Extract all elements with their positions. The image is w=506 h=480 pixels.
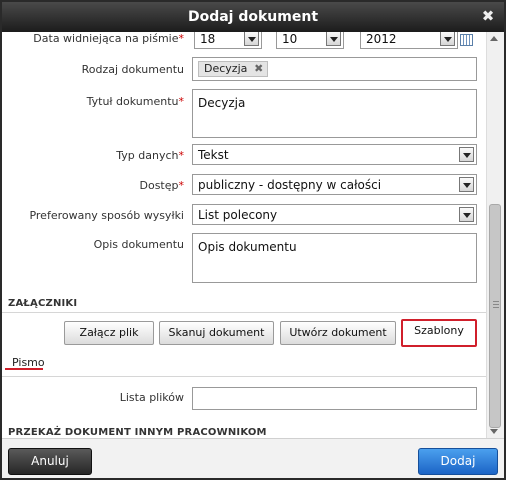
title-textarea[interactable]: Decyzja bbox=[192, 89, 477, 138]
scan-document-button[interactable]: Skanuj dokument bbox=[159, 321, 274, 345]
chevron-down-icon[interactable] bbox=[459, 177, 474, 192]
calendar-icon[interactable] bbox=[460, 34, 473, 46]
templates-button[interactable]: Szablony bbox=[401, 319, 477, 347]
attach-file-button[interactable]: Załącz plik bbox=[64, 321, 154, 345]
chevron-down-icon[interactable] bbox=[326, 32, 341, 46]
required-marker: * bbox=[178, 95, 185, 108]
required-marker: * bbox=[178, 149, 185, 162]
doc-type-field[interactable]: Decyzja ✖ bbox=[192, 57, 477, 81]
dialog-titlebar: Dodaj dokument ✖ bbox=[2, 2, 504, 32]
access-select[interactable]: publiczny - dostępny w całości bbox=[192, 174, 477, 195]
add-document-dialog: Dodaj dokument ✖ Data widniejąca na piśm… bbox=[0, 0, 506, 480]
chevron-down-icon[interactable] bbox=[244, 32, 259, 46]
date-year-select[interactable]: 2012 bbox=[360, 32, 458, 49]
shipping-select[interactable]: List polecony bbox=[192, 204, 477, 225]
remove-tag-icon[interactable]: ✖ bbox=[254, 62, 263, 76]
scrollbar-thumb[interactable] bbox=[489, 204, 501, 428]
shipping-label: Preferowany sposób wysyłki bbox=[29, 209, 184, 222]
add-button[interactable]: Dodaj bbox=[418, 448, 498, 475]
data-type-select[interactable]: Tekst bbox=[192, 144, 477, 165]
tab-active-indicator bbox=[5, 368, 43, 370]
required-marker: * bbox=[178, 32, 185, 45]
close-icon[interactable]: ✖ bbox=[480, 8, 496, 24]
data-type-label: Typ danych* bbox=[116, 149, 185, 162]
dialog-footer: Anuluj Dodaj bbox=[2, 438, 504, 478]
attachments-section-title: ZAŁĄCZNIKI bbox=[8, 298, 78, 309]
scroll-up-icon[interactable] bbox=[490, 36, 498, 41]
file-list-field[interactable] bbox=[192, 387, 477, 410]
required-marker: * bbox=[178, 179, 185, 192]
scroll-down-icon[interactable] bbox=[490, 429, 498, 434]
access-label: Dostęp* bbox=[139, 179, 185, 192]
divider bbox=[2, 376, 486, 377]
forward-section-title: PRZEKAŻ DOKUMENT INNYM PRACOWNIKOM bbox=[8, 427, 267, 438]
description-label: Opis dokumentu bbox=[93, 238, 184, 251]
dialog-content[interactable]: Data widniejąca na piśmie* 18 10 2012 Ro… bbox=[2, 32, 486, 438]
doc-type-tag: Decyzja ✖ bbox=[198, 61, 269, 77]
divider bbox=[2, 312, 486, 313]
dialog-title: Dodaj dokument bbox=[187, 9, 319, 25]
chevron-down-icon[interactable] bbox=[459, 147, 474, 162]
date-month-select[interactable]: 10 bbox=[276, 32, 344, 49]
cancel-button[interactable]: Anuluj bbox=[8, 448, 92, 475]
description-textarea[interactable]: Opis dokumentu bbox=[192, 233, 477, 283]
chevron-down-icon[interactable] bbox=[440, 32, 455, 46]
date-day-select[interactable]: 18 bbox=[194, 32, 262, 49]
create-document-button[interactable]: Utwórz dokument bbox=[280, 321, 396, 345]
date-label: Data widniejąca na piśmie* bbox=[33, 32, 185, 45]
doc-type-label: Rodzaj dokumentu bbox=[81, 63, 184, 76]
chevron-down-icon[interactable] bbox=[459, 207, 474, 222]
title-label: Tytuł dokumentu* bbox=[86, 95, 185, 108]
file-list-label: Lista plików bbox=[119, 391, 184, 404]
scrollbar[interactable] bbox=[486, 32, 504, 438]
